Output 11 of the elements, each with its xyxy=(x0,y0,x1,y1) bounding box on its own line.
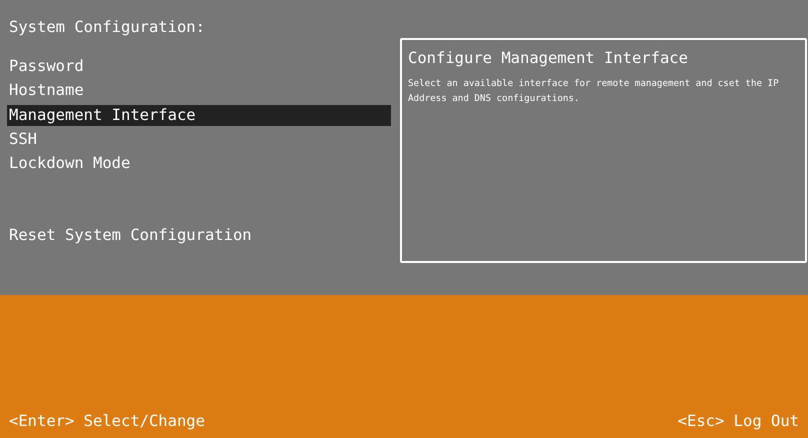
key-hint: <Enter> Select/Change xyxy=(9,411,205,432)
menu-item[interactable]: SSH xyxy=(7,128,391,150)
screen-title: System Configuration: xyxy=(9,17,206,38)
menu-item[interactable]: Hostname xyxy=(7,80,391,102)
menu-item[interactable]: Lockdown Mode xyxy=(7,153,391,174)
menu-item[interactable]: Reset System Configuration xyxy=(7,225,391,246)
menu-item[interactable]: Management Interface xyxy=(7,104,391,126)
panel-description: Select an available interface for remote management and cset the IP Address and DNS configurations. xyxy=(408,77,780,106)
key-hint: <Esc> Log Out xyxy=(678,411,799,432)
menu-item[interactable]: Password xyxy=(7,56,391,77)
panel-title: Configure Management Interface xyxy=(408,48,689,68)
